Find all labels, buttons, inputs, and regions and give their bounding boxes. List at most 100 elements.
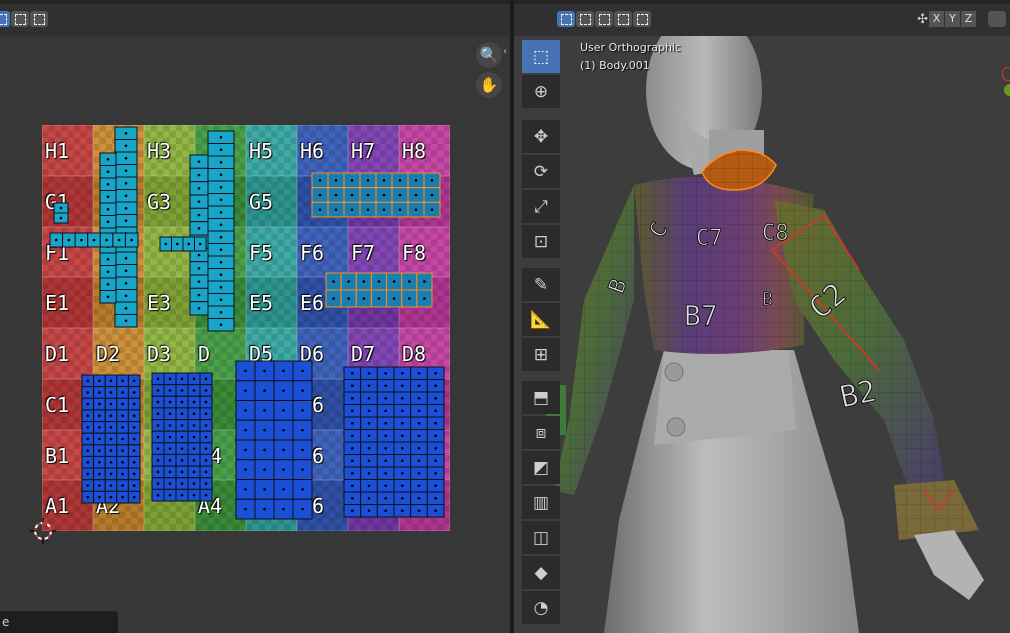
add-cube-icon[interactable]: ⊞ [522,338,560,371]
measure-icon[interactable]: 📐 [522,303,560,336]
uv-face-dot [398,208,402,211]
poly-build-icon[interactable]: ◆ [522,556,560,589]
uv-island-sleeve-right[interactable] [151,372,213,502]
uv-face-dot [219,248,223,252]
extrude-icon[interactable]: ⬒ [522,381,560,414]
uv-face-dot [244,488,247,491]
uv-face-dot [334,179,338,182]
uv-island-strip-4[interactable] [189,154,209,316]
zoom-icon[interactable]: 🔍 [476,42,502,68]
hand-pan-icon[interactable]: ✋ [476,72,502,98]
uv-face-dot [219,310,223,314]
uv-face-dot [332,297,335,300]
uv-island-strip-6[interactable] [159,236,207,252]
uv-face-dot [417,371,421,375]
select-mode-intersect-button[interactable] [633,11,651,27]
annotate-icon[interactable]: ✎ [522,268,560,301]
uv-face-dot [263,468,266,471]
cursor-icon[interactable]: ⊕ [522,75,560,108]
uv-face-dot [282,488,285,491]
uv-face-dot [351,484,354,488]
uv-editor-pane[interactable]: 🔍 ✋ ‹ H1 H3 H5 H6 H7 H8 G1 G3 G5 F1 F5 F6 F7 F8 E1 E3 E5… [0,0,510,633]
loop-cut-icon[interactable]: ▥ [522,486,560,519]
uv-face-dot [263,389,266,392]
uv-face-dot [168,377,172,381]
uv-face-dot [367,396,371,400]
uv-face-dot [414,208,418,211]
uv-face-dot [197,227,201,230]
shirt-label-b2: B2 [837,374,880,416]
uv-island-strip-5[interactable] [49,232,139,248]
uv-texture-canvas[interactable]: H1 H3 H5 H6 H7 H8 G1 G3 G5 F1 F5 F6 F7 F8 E1 E3 E5 E6 D1 D2… [42,125,450,531]
spin-icon[interactable]: ◔ [522,591,560,624]
uv-face-dot [434,496,437,500]
uv-island-collar-bottom[interactable] [325,272,433,308]
select-mode-invert-button[interactable] [614,11,632,27]
uv-face-dot [351,496,354,500]
uv-face-dot [109,391,113,394]
inset-icon[interactable]: ⧈ [522,416,560,449]
uv-face-dot [219,148,223,152]
uv-face-dot [318,193,322,197]
mirror-y-button[interactable]: Y [945,11,960,27]
move-icon[interactable]: ✥ [522,120,560,153]
uv-island-body-front[interactable] [235,360,313,520]
uv-face-dot [168,493,172,497]
uv-face-dot [219,323,223,327]
uv-face-dot [175,242,179,246]
select-mode-new-button[interactable] [557,11,575,27]
uv-face-dot [301,369,304,373]
uv-island-collar-top[interactable] [311,172,441,218]
snap-icon[interactable] [988,11,1006,27]
uv-select-mode-face-button[interactable] [30,11,48,27]
uv-face-dot [219,198,223,202]
uv-face-dot [401,384,404,388]
uv-island-body-back[interactable] [343,366,445,518]
uv-face-dot [132,414,136,418]
uv-island-strip-7[interactable] [53,202,69,224]
uv-face-dot [434,434,437,438]
uv-face-dot [117,238,121,242]
uv-face-dot [401,509,404,513]
scale-icon[interactable]: ⤢ [522,190,560,223]
uv-face-dot [417,484,421,488]
3d-viewport-pane[interactable]: C7 C8 C2 B7 B2 B B C ✣ X Y Z User Orthog… [514,0,1010,633]
uv-island-sleeve-left[interactable] [81,374,141,504]
uv-island-strip-1[interactable] [114,126,138,328]
uv-face-dot [106,195,110,199]
character-model[interactable]: C7 C8 C2 B7 B2 B B C [514,0,1010,633]
mirror-z-button[interactable]: Z [961,11,976,27]
uv-select-mode-vertex-button[interactable] [0,11,10,27]
uv-face-dot [351,446,354,450]
uv-island-strip-3[interactable] [207,130,235,332]
gizmo-x-axis-icon[interactable] [1002,67,1010,81]
bevel-icon[interactable]: ◩ [522,451,560,484]
uv-island-strip-2[interactable] [99,152,117,304]
uv-face-dot [130,238,134,242]
uv-face-dot [98,460,101,464]
uv-islands-layer[interactable] [42,125,450,531]
knife-icon[interactable]: ◫ [522,521,560,554]
uv-face-dot [219,210,223,214]
rotate-icon[interactable]: ⟳ [522,155,560,188]
uv-face-dot [332,280,335,283]
select-mode-extend-button[interactable] [576,11,594,27]
uv-face-dot [156,377,160,381]
uv-face-dot [351,409,354,413]
uv-face-dot [414,193,418,197]
uv-face-dot [156,389,160,392]
select-box-icon[interactable]: ⬚ [522,40,560,73]
mirror-icon[interactable]: ✣ [917,12,928,27]
transform-icon[interactable]: ⊡ [522,225,560,258]
gizmo-y-axis-icon[interactable] [1004,84,1010,96]
uv-face-dot [124,144,128,148]
uv-select-mode-edge-button[interactable] [11,11,29,27]
select-mode-subtract-button[interactable] [595,11,613,27]
mirror-x-button[interactable]: X [929,11,944,27]
uv-face-dot [180,458,184,462]
2d-cursor-icon[interactable] [30,518,56,544]
uv-face-dot [434,409,437,413]
uv-face-dot [192,435,196,439]
uv-face-dot [180,470,184,474]
sidebar-toggle-icon[interactable]: ‹ [503,46,507,57]
